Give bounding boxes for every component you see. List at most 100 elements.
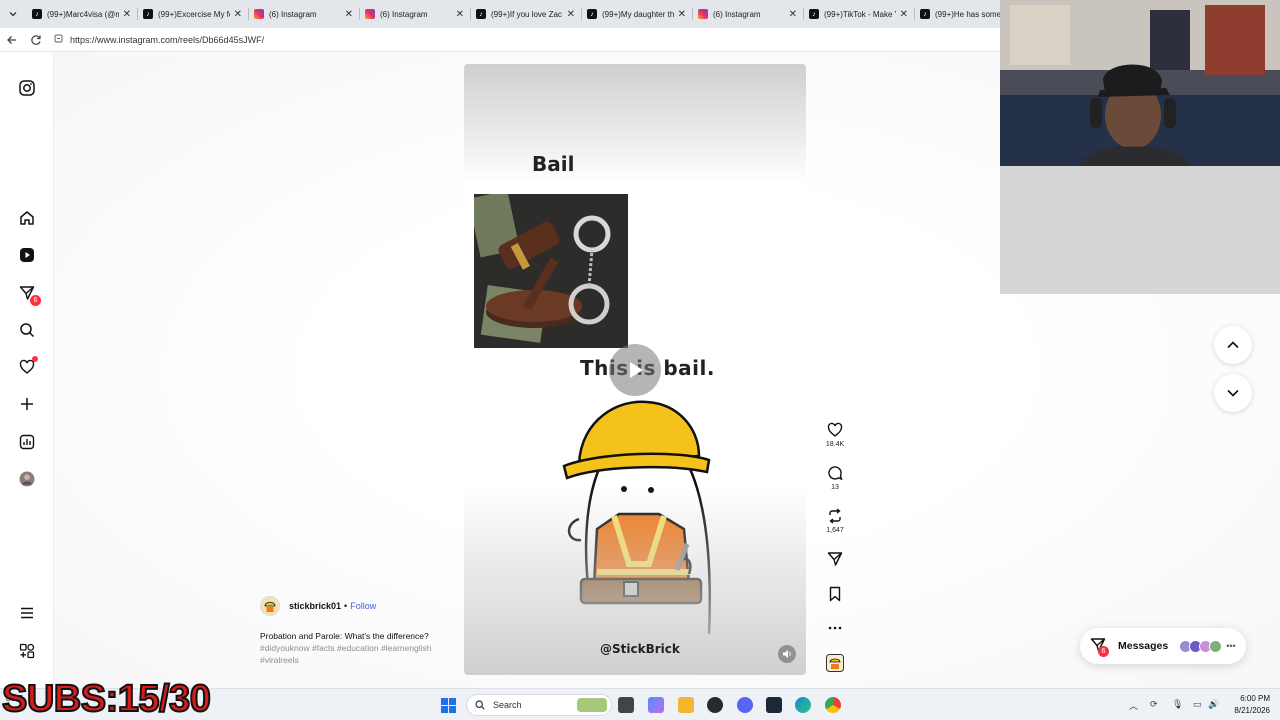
notification-dot — [32, 356, 38, 362]
taskbar-search-box[interactable]: Search — [466, 694, 612, 716]
post-info: stickbrick01 • Follow Probation and Paro… — [260, 596, 460, 666]
browser-tab[interactable]: (6) Instagram ✕ — [248, 0, 359, 28]
like-count: 18.4K — [825, 441, 845, 448]
browser-tab[interactable]: (6) Instagram ✕ — [359, 0, 470, 28]
tab-title: (6) Instagram — [380, 9, 428, 19]
search-icon[interactable] — [17, 320, 37, 340]
browser-tab[interactable]: ♪ (99+)Marc4visa (@m ✕ — [26, 0, 137, 28]
back-arrow-icon — [7, 35, 16, 44]
close-tab-icon[interactable]: ✕ — [345, 9, 353, 20]
bookmark-icon — [829, 586, 841, 602]
search-icon — [475, 700, 485, 710]
post-hashtags[interactable]: #didyouknow #facts #education #learnengl… — [260, 643, 432, 665]
url-text: https://www.instagram.com/reels/Db66d45s… — [70, 34, 265, 45]
author-avatar[interactable] — [260, 596, 280, 616]
volume-icon[interactable]: 🔊 — [1208, 699, 1219, 710]
browser-tab[interactable]: ♪ (99+)TikTok - Make Y ✕ — [803, 0, 914, 28]
reload-icon — [31, 34, 41, 45]
video-heading-text: Bail — [532, 152, 575, 176]
comment-icon — [828, 466, 843, 481]
chat-avatar — [1209, 639, 1223, 653]
chart-icon[interactable] — [17, 432, 37, 452]
obs-icon[interactable] — [707, 697, 723, 713]
tiktok-icon: ♪ — [587, 9, 597, 19]
more-icon — [828, 626, 842, 630]
play-button[interactable] — [609, 344, 661, 396]
chrome-icon[interactable] — [825, 697, 841, 713]
follow-button[interactable]: Follow — [350, 601, 376, 611]
home-icon[interactable] — [17, 208, 37, 228]
audio-thumbnail-icon — [826, 654, 844, 672]
site-info-icon[interactable] — [54, 34, 66, 45]
back-button[interactable] — [0, 28, 24, 52]
overlay-panel — [1000, 166, 1280, 294]
tab-list-menu-button[interactable] — [0, 0, 26, 28]
close-tab-icon[interactable]: ✕ — [789, 9, 797, 20]
discord-icon[interactable] — [737, 697, 753, 713]
task-view-icon[interactable] — [618, 697, 634, 713]
tab-title: (99+)TikTok - Make Y — [824, 9, 896, 19]
messages-badge: 6 — [30, 295, 41, 306]
close-tab-icon[interactable]: ✕ — [567, 9, 575, 20]
close-tab-icon[interactable]: ✕ — [678, 9, 686, 20]
copilot-icon[interactable] — [648, 697, 664, 713]
browser-tab[interactable]: ♪ (99+)Excercise My fe ✕ — [137, 0, 248, 28]
speaker-icon — [783, 650, 791, 658]
tray-app-icon[interactable]: ⟳ — [1150, 699, 1158, 710]
clock-time: 6:00 PM — [1240, 694, 1270, 703]
mute-button[interactable] — [778, 645, 796, 663]
meta-apps-icon[interactable] — [17, 641, 37, 661]
close-tab-icon[interactable]: ✕ — [456, 9, 464, 20]
tab-title: (99+)Excercise My fe — [158, 9, 230, 19]
messages-button[interactable]: 6 Messages ••• — [1080, 628, 1246, 664]
instagram-logo-icon[interactable] — [17, 78, 37, 98]
url-field[interactable]: https://www.instagram.com/reels/Db66d45s… — [54, 31, 1000, 49]
comment-action[interactable]: 13 — [822, 465, 848, 491]
author-username[interactable]: stickbrick01 — [289, 601, 341, 611]
repost-action[interactable]: 1,647 — [822, 508, 848, 534]
browser-tab[interactable]: ♪ (99+)My daughter th ✕ — [581, 0, 692, 28]
windows-start-icon[interactable] — [441, 698, 456, 713]
menu-icon[interactable] — [17, 603, 37, 623]
like-action[interactable]: 18.4K — [822, 422, 848, 448]
play-icon — [630, 362, 643, 378]
reels-icon[interactable] — [17, 245, 37, 265]
chevron-down-icon — [1227, 389, 1239, 397]
save-action[interactable] — [822, 586, 848, 602]
taskbar-clock[interactable]: 6:00 PM 8/21/2026 — [1222, 693, 1270, 717]
edge-icon[interactable] — [795, 697, 811, 713]
avatar-icon[interactable] — [17, 469, 37, 489]
instagram-sidebar: 6 — [0, 52, 54, 688]
tiktok-icon: ♪ — [920, 9, 930, 19]
taskbar-search-label: Search — [493, 700, 522, 710]
plus-icon[interactable] — [17, 394, 37, 414]
heart-icon[interactable] — [17, 356, 38, 377]
browser-tab[interactable]: ♪ (99+)If you love Zac ✕ — [470, 0, 581, 28]
show-hidden-icons[interactable]: ︿ — [1129, 699, 1138, 712]
tab-title: (6) Instagram — [713, 9, 761, 19]
reel-video[interactable]: Bail This is bail. — [464, 64, 806, 675]
browser-tab[interactable]: (6) Instagram ✕ — [692, 0, 803, 28]
next-reel-button[interactable] — [1214, 374, 1252, 412]
gavel-handcuffs-image — [474, 194, 628, 348]
steam-icon[interactable] — [766, 697, 782, 713]
recent-chats-avatars — [1179, 639, 1223, 653]
send-icon[interactable]: 6 — [17, 283, 41, 306]
close-tab-icon[interactable]: ✕ — [234, 9, 242, 20]
tab-title: (99+)Marc4visa (@m — [47, 9, 119, 19]
file-explorer-icon[interactable] — [678, 697, 694, 713]
reload-button[interactable] — [24, 28, 48, 52]
messages-count-badge: 6 — [1098, 646, 1109, 657]
instagram-icon — [698, 9, 708, 19]
more-options-action[interactable] — [822, 620, 848, 636]
close-tab-icon[interactable]: ✕ — [123, 9, 131, 20]
network-icon[interactable]: ▭ — [1193, 699, 1202, 710]
previous-reel-button[interactable] — [1214, 326, 1252, 364]
chevron-down-icon — [9, 12, 17, 17]
send-icon — [827, 552, 843, 566]
send-icon: 6 — [1090, 637, 1109, 657]
audio-thumbnail[interactable] — [822, 654, 848, 672]
close-tab-icon[interactable]: ✕ — [900, 9, 908, 20]
share-action[interactable] — [822, 551, 848, 567]
microphone-icon[interactable]: 🎙 — [1172, 699, 1183, 710]
